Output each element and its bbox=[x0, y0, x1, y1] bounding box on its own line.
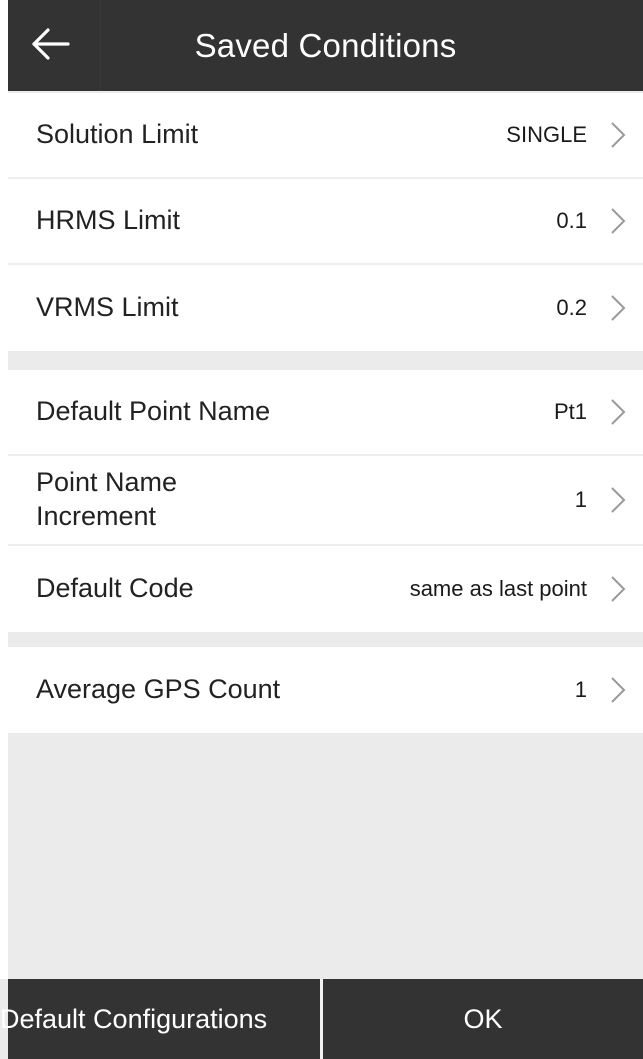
page-title: Saved Conditions bbox=[194, 26, 457, 64]
setting-value: Pt1 bbox=[553, 399, 587, 424]
setting-value: 0.2 bbox=[556, 295, 587, 320]
chevron-right-icon bbox=[611, 677, 626, 703]
chevron-right-icon bbox=[611, 122, 626, 148]
left-edge bbox=[0, 0, 8, 979]
setting-row-hrms-limit[interactable]: HRMS Limit 0.1 bbox=[8, 179, 643, 265]
title-bar: Saved Conditions bbox=[8, 0, 643, 91]
chevron-right-icon bbox=[611, 576, 626, 602]
ok-button[interactable]: OK bbox=[323, 979, 643, 1059]
setting-row-solution-limit[interactable]: Solution Limit SINGLE bbox=[8, 93, 643, 179]
setting-label: Average GPS Count bbox=[36, 674, 281, 705]
setting-row-point-name-increment[interactable]: Point Name Increment 1 bbox=[8, 456, 643, 546]
setting-label: Point Name Increment bbox=[36, 467, 178, 531]
setting-row-average-gps-count[interactable]: Average GPS Count 1 bbox=[8, 647, 643, 733]
setting-row-vrms-limit[interactable]: VRMS Limit 0.2 bbox=[8, 265, 643, 351]
chevron-right-icon bbox=[611, 399, 626, 425]
setting-label: Solution Limit bbox=[36, 119, 199, 150]
setting-label: HRMS Limit bbox=[36, 205, 181, 236]
app-screen: Saved Conditions Solution Limit SINGLE H… bbox=[0, 0, 643, 1059]
setting-label: Default Code bbox=[36, 573, 194, 604]
setting-value: 0.1 bbox=[556, 208, 587, 233]
chevron-right-icon bbox=[611, 487, 626, 513]
setting-label: VRMS Limit bbox=[36, 292, 179, 323]
setting-value: SINGLE bbox=[506, 122, 587, 147]
setting-row-default-point-name[interactable]: Default Point Name Pt1 bbox=[8, 370, 643, 456]
setting-label: Default Point Name bbox=[36, 396, 271, 427]
settings-group-point: Default Point Name Pt1 Point Name Increm… bbox=[8, 370, 643, 632]
setting-row-default-code[interactable]: Default Code same as last point bbox=[8, 546, 643, 632]
default-configurations-button[interactable]: Default Configurations bbox=[0, 979, 320, 1059]
settings-group-average: Average GPS Count 1 bbox=[8, 647, 643, 733]
setting-value: 1 bbox=[574, 677, 587, 702]
bottom-action-bar: Default Configurations OK bbox=[0, 979, 643, 1059]
setting-value: same as last point bbox=[409, 576, 587, 601]
setting-value: 1 bbox=[574, 487, 587, 512]
chevron-right-icon bbox=[611, 208, 626, 234]
settings-group-limits: Solution Limit SINGLE HRMS Limit 0.1 VRM… bbox=[8, 93, 643, 351]
chevron-right-icon bbox=[611, 295, 626, 321]
